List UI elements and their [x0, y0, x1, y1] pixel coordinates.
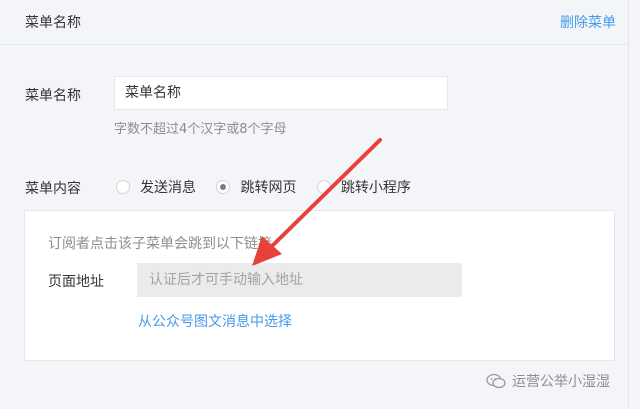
panel-header: 菜单名称 删除菜单	[0, 0, 628, 45]
link-description: 订阅者点击该子菜单会跳到以下链接	[48, 236, 272, 252]
panel-title: 菜单名称	[25, 15, 81, 31]
page-address-label: 页面地址	[48, 274, 104, 290]
watermark: 运营公举小湿湿	[486, 371, 610, 391]
menu-name-label: 菜单名称	[25, 88, 81, 104]
delete-menu-link[interactable]: 删除菜单	[560, 12, 616, 32]
menu-name-hint: 字数不超过4个汉字或8个字母	[114, 122, 287, 137]
radio-circle-checked	[216, 180, 231, 194]
radio-label: 跳转小程序	[340, 180, 411, 196]
radio-circle	[316, 180, 331, 194]
radio-send-message[interactable]: 发送消息	[116, 177, 196, 197]
wechat-icon	[486, 373, 506, 389]
link-settings-box: 订阅者点击该子菜单会跳到以下链接 页面地址 认证后才可手动输入地址 从公众号图文…	[24, 210, 615, 361]
radio-label: 发送消息	[140, 180, 196, 196]
select-from-articles-link[interactable]: 从公众号图文消息中选择	[138, 311, 292, 331]
menu-content-label: 菜单内容	[25, 181, 81, 197]
radio-jump-webpage[interactable]: 跳转网页	[216, 177, 296, 197]
menu-content-radio-group: 发送消息 跳转网页 跳转小程序	[116, 177, 427, 198]
radio-label: 跳转网页	[240, 180, 297, 196]
radio-circle	[116, 180, 130, 194]
menu-editor-panel: 菜单名称 删除菜单 菜单名称 菜单名称 字数不超过4个汉字或8个字母 菜单内容 …	[0, 0, 629, 409]
radio-jump-miniprogram[interactable]: 跳转小程序	[316, 177, 411, 197]
page-address-input[interactable]: 认证后才可手动输入地址	[137, 263, 462, 297]
watermark-text: 运营公举小湿湿	[512, 374, 610, 390]
menu-name-input[interactable]: 菜单名称	[114, 76, 448, 110]
